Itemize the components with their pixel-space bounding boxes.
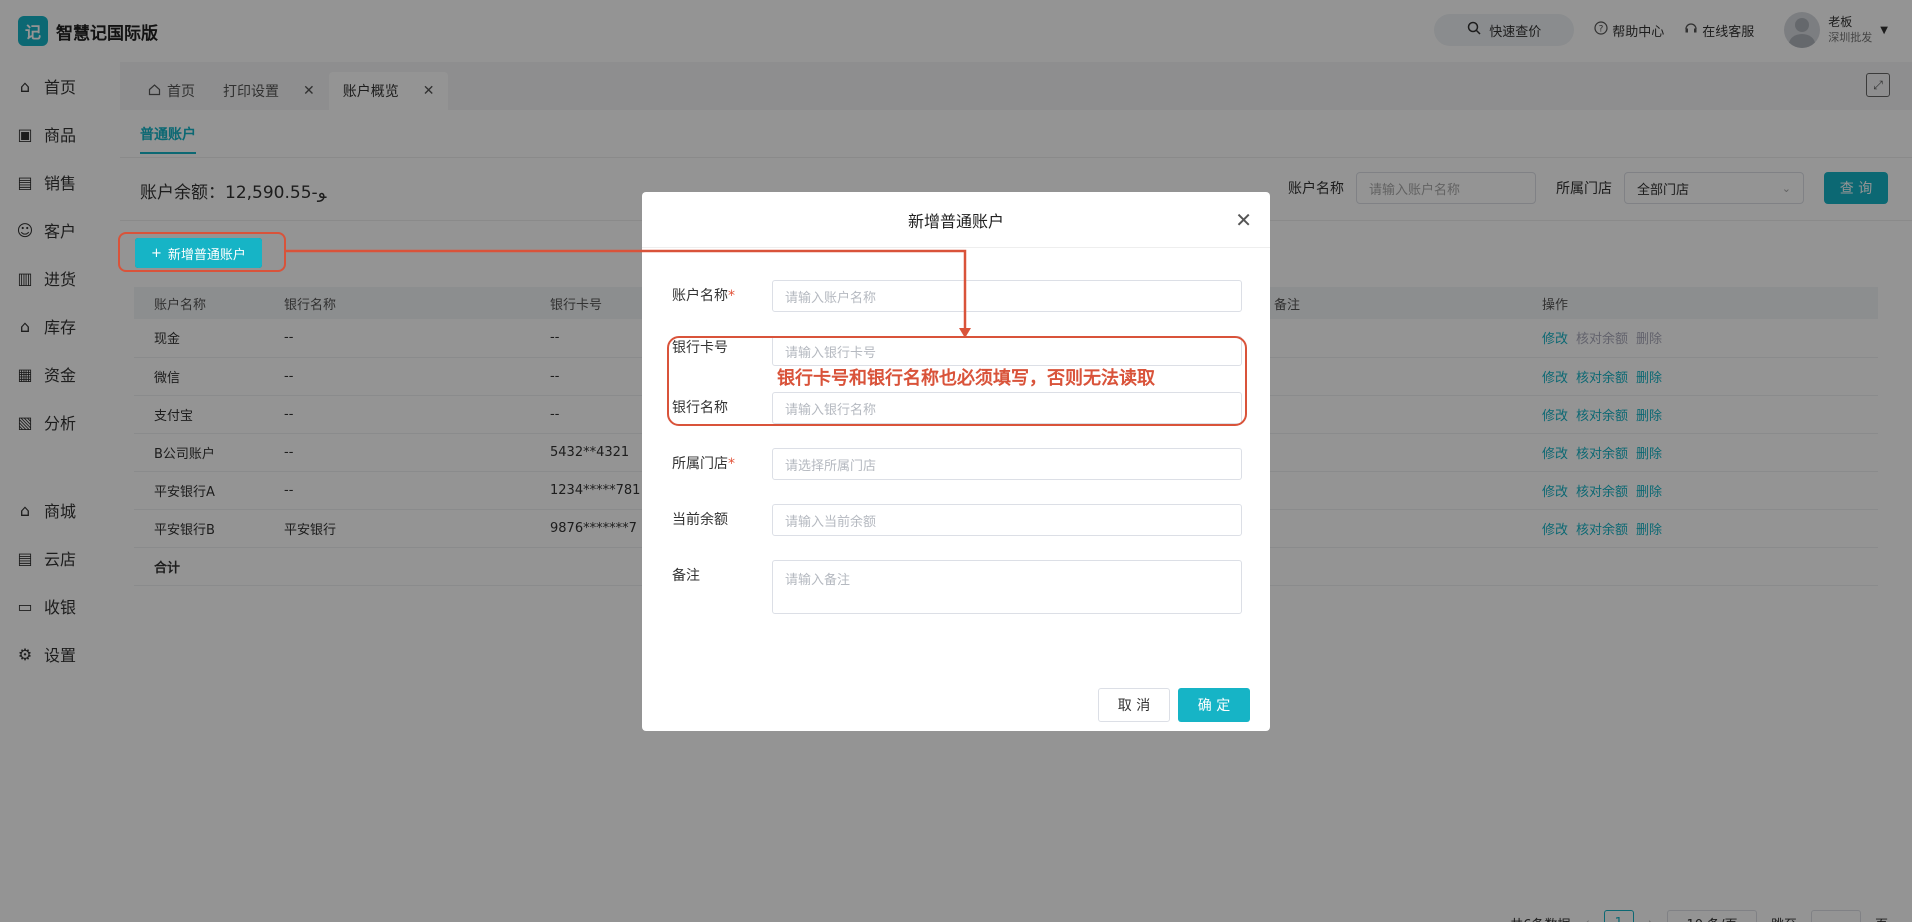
close-icon[interactable]: ✕	[1235, 208, 1252, 232]
store-select-input[interactable]: 请选择所属门店	[772, 448, 1242, 480]
account-name-label: 账户名称*	[672, 288, 735, 304]
add-account-dialog: 新增普通账户 ✕ 账户名称* 请输入账户名称 银行卡号 请输入银行卡号 银行名称…	[642, 192, 1270, 731]
annotation-text: 银行卡号和银行名称也必须填写，否则无法读取	[777, 368, 1155, 389]
add-account-label: 新增普通账户	[167, 247, 246, 263]
remark-textarea[interactable]: 请输入备注	[772, 560, 1242, 614]
confirm-button[interactable]: 确 定	[1178, 688, 1250, 722]
form-row-remark: 备注 请输入备注	[672, 560, 1242, 614]
form-row-balance: 当前余额 请输入当前余额	[672, 504, 1242, 536]
store-label: 所属门店*	[672, 456, 735, 472]
balance-label: 当前余额	[672, 512, 728, 528]
cancel-button[interactable]: 取 消	[1098, 688, 1170, 722]
remark-label: 备注	[672, 568, 700, 584]
balance-input[interactable]: 请输入当前余额	[772, 504, 1242, 536]
plus-icon: +	[151, 245, 162, 261]
dialog-title: 新增普通账户	[642, 192, 1270, 248]
form-row-account-name: 账户名称* 请输入账户名称	[672, 280, 1242, 312]
add-account-button-highlight[interactable]: + 新增普通账户	[135, 238, 262, 268]
form-row-store: 所属门店* 请选择所属门店	[672, 448, 1242, 480]
account-name-input[interactable]: 请输入账户名称	[772, 280, 1242, 312]
